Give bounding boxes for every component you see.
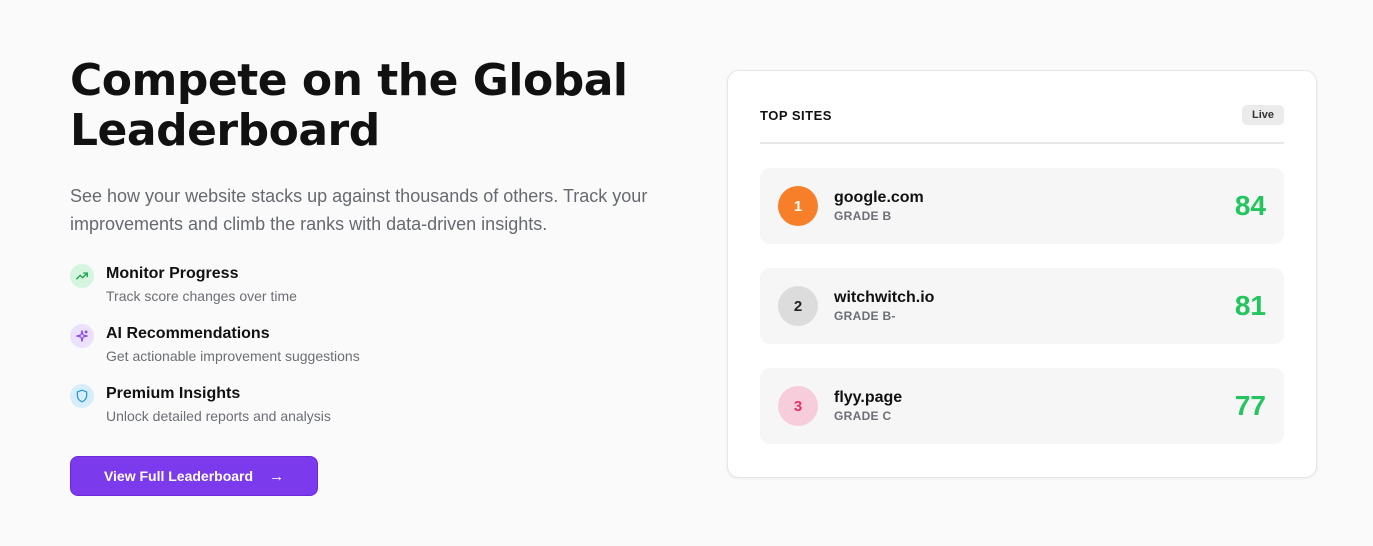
headline-line-1: Compete on the Global	[70, 55, 628, 106]
site-score: 77	[1234, 390, 1266, 421]
feature-description: Track score changes over time	[106, 288, 297, 304]
feature-title: Premium Insights	[106, 385, 241, 402]
site-score: 81	[1234, 290, 1266, 321]
arrow-right-icon: →	[269, 467, 285, 485]
feature-title: Monitor Progress	[106, 265, 239, 282]
hero-section: Compete on the Global Leaderboard See ho…	[70, 56, 690, 496]
cta-label: View Full Leaderboard	[103, 468, 254, 484]
site-score: 84	[1234, 190, 1266, 221]
site-name: witchwitch.io	[834, 289, 935, 306]
view-full-leaderboard-button[interactable]: View Full Leaderboard →	[70, 456, 318, 496]
headline-line-2: Leaderboard	[70, 105, 380, 156]
site-grade: GRADE B	[834, 209, 892, 223]
leaderboard-title: TOP SITES	[760, 107, 832, 123]
site-grade: GRADE C	[834, 409, 892, 423]
site-info: google.com GRADE B	[834, 188, 1235, 224]
leaderboard-row[interactable]: 3 flyy.page GRADE C 77	[760, 368, 1284, 444]
hero-subtitle: See how your website stacks up against t…	[70, 186, 648, 234]
site-info: witchwitch.io GRADE B-	[834, 288, 1235, 324]
trending-up-icon	[70, 264, 94, 288]
feature-monitor-progress: Monitor Progress Track score changes ove…	[70, 264, 690, 324]
live-badge: Live	[1241, 105, 1284, 125]
rank-badge: 2	[778, 286, 818, 326]
site-name: flyy.page	[834, 389, 903, 406]
leaderboard-card: TOP SITES Live 1 google.com GRADE B 84 2…	[727, 70, 1317, 478]
feature-description: Unlock detailed reports and analysis	[106, 408, 331, 424]
leaderboard-header: TOP SITES Live	[760, 105, 1284, 144]
feature-ai-recommendations: AI Recommendations Get actionable improv…	[70, 324, 690, 384]
leaderboard-row[interactable]: 2 witchwitch.io GRADE B- 81	[760, 268, 1284, 344]
sparkles-icon	[70, 324, 94, 348]
shield-icon	[70, 384, 94, 408]
feature-description: Get actionable improvement suggestions	[106, 348, 360, 364]
rank-badge: 3	[778, 386, 818, 426]
page-title: Compete on the Global Leaderboard	[70, 56, 690, 156]
feature-title: AI Recommendations	[106, 325, 270, 342]
site-name: google.com	[834, 189, 924, 206]
feature-premium-insights: Premium Insights Unlock detailed reports…	[70, 384, 690, 444]
rank-badge: 1	[778, 186, 818, 226]
site-grade: GRADE B-	[834, 309, 896, 323]
feature-list: Monitor Progress Track score changes ove…	[70, 264, 690, 444]
site-info: flyy.page GRADE C	[834, 388, 1235, 424]
leaderboard-list: 1 google.com GRADE B 84 2 witchwitch.io …	[760, 168, 1284, 468]
leaderboard-row[interactable]: 1 google.com GRADE B 84	[760, 168, 1284, 244]
